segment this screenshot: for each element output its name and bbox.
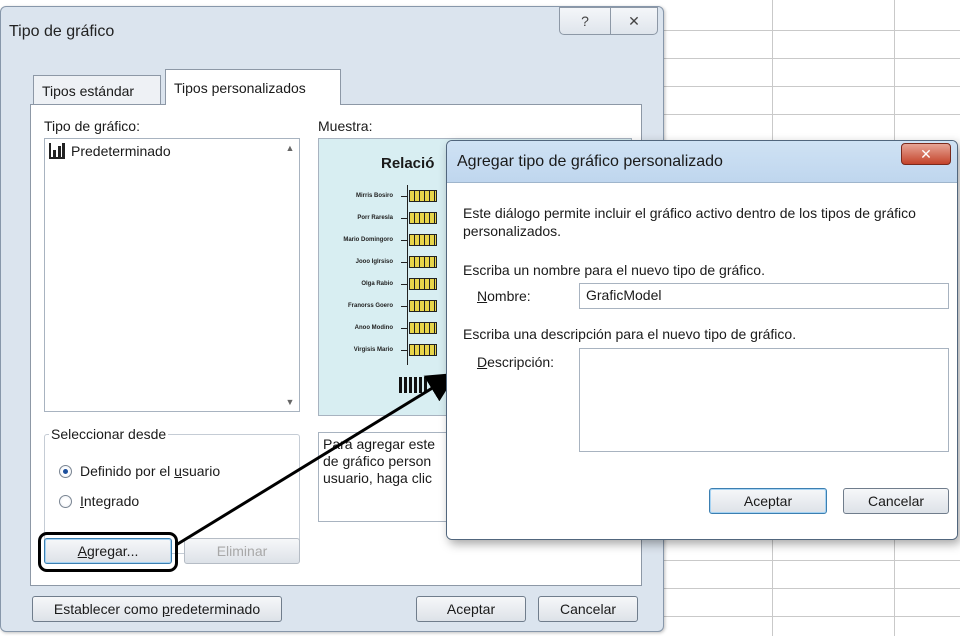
radio-label: Definido por el usuario xyxy=(80,463,221,479)
add-button-highlight xyxy=(38,532,178,572)
preview-row-label: Porr Raresla xyxy=(357,215,393,221)
ok-button[interactable]: Aceptar xyxy=(709,488,827,514)
help-button[interactable]: ? xyxy=(559,7,611,35)
preview-row-label: Virgisis Mario xyxy=(353,347,393,353)
preview-tick xyxy=(401,262,407,263)
cancel-button[interactable]: Cancelar xyxy=(843,488,949,514)
ok-button[interactable]: Aceptar xyxy=(416,596,526,622)
grid-row-line xyxy=(660,616,960,617)
ok-button-label: Aceptar xyxy=(446,601,496,617)
radio-unselected-icon xyxy=(59,494,72,508)
preview-bar xyxy=(409,322,437,334)
cancel-button[interactable]: Cancelar xyxy=(538,596,638,622)
list-item[interactable]: Predeterminado xyxy=(49,143,171,159)
tab-label: Tipos estándar xyxy=(42,82,135,99)
preview-tick xyxy=(401,328,407,329)
close-icon: ✕ xyxy=(628,12,640,29)
preview-tick xyxy=(401,350,407,351)
cancel-button-label: Cancelar xyxy=(559,601,617,617)
set-default-label: Establecer como predeterminado xyxy=(53,601,261,617)
preview-row-label: Olga Rabio xyxy=(361,281,393,287)
tab-standard-types[interactable]: Tipos estándar xyxy=(33,75,161,105)
preview-row-label: Jooo Iglrsiso xyxy=(355,259,393,265)
preview-tick xyxy=(401,306,407,307)
set-default-button[interactable]: Establecer como predeterminado xyxy=(32,596,282,622)
preview-row-label: Anoo Modino xyxy=(354,325,393,331)
close-button[interactable]: ✕ xyxy=(610,7,658,35)
grid-row-line xyxy=(660,86,960,87)
grid-row-line xyxy=(660,114,960,115)
intro-text: Este diálogo permite incluir el gráfico … xyxy=(463,205,916,239)
name-prompt: Escriba un nombre para el nuevo tipo de … xyxy=(463,262,765,278)
preview-bar xyxy=(409,278,437,290)
close-button[interactable]: ✕ xyxy=(901,143,951,165)
preview-axis xyxy=(407,185,408,365)
radio-user-defined[interactable]: Definido por el usuario xyxy=(59,463,220,479)
preview-title: Relació xyxy=(381,155,435,172)
description-label: Descripción: xyxy=(477,354,555,370)
dialog-caption: Agregar tipo de gráfico personalizado ✕ xyxy=(447,141,957,183)
list-item-label: Predeterminado xyxy=(71,143,171,159)
dialog-title: Tipo de gráfico xyxy=(9,23,115,40)
grid-row-line xyxy=(660,30,960,31)
add-custom-chart-type-dialog: Agregar tipo de gráfico personalizado ✕ … xyxy=(446,140,958,540)
preview-bar xyxy=(409,344,437,356)
description-prompt: Escriba una descripción para el nuevo ti… xyxy=(463,326,797,342)
preview-tick xyxy=(401,196,407,197)
scroll-down-icon[interactable]: ▼ xyxy=(283,397,297,407)
scroll-up-icon[interactable]: ▲ xyxy=(283,143,297,153)
radio-selected-icon xyxy=(59,464,72,478)
grid-row-line xyxy=(660,58,960,59)
preview-row-label: Franorss Goero xyxy=(347,303,393,309)
delete-button[interactable]: Eliminar xyxy=(184,538,300,564)
radio-built-in[interactable]: Integrado xyxy=(59,493,139,509)
delete-button-label: Eliminar xyxy=(216,543,268,559)
preview-axis-labels xyxy=(399,377,429,393)
name-input[interactable]: GraficModel xyxy=(579,283,949,309)
help-icon: ? xyxy=(581,13,589,29)
radio-label: Integrado xyxy=(80,493,140,509)
bar-chart-icon xyxy=(49,143,65,159)
sample-label: Muestra: xyxy=(318,118,373,134)
preview-bar xyxy=(409,190,437,202)
preview-tick xyxy=(401,284,407,285)
preview-row-label: Mirris Bosiro xyxy=(355,193,393,199)
preview-bar xyxy=(409,212,437,224)
preview-tick xyxy=(401,218,407,219)
preview-bar xyxy=(409,256,437,268)
name-label: Nombre: xyxy=(477,288,531,304)
chart-type-label: Tipo de gráfico: xyxy=(44,118,140,134)
preview-bar xyxy=(409,234,437,246)
preview-row-label: Mario Domingoro xyxy=(343,237,393,243)
ok-button-label: Aceptar xyxy=(743,493,793,509)
description-textarea[interactable] xyxy=(579,348,949,452)
grid-row-line xyxy=(660,588,960,589)
dialog-body: Este diálogo permite incluir el gráfico … xyxy=(447,184,957,539)
preview-tick xyxy=(401,240,407,241)
cancel-button-label: Cancelar xyxy=(867,493,925,509)
dialog-title: Agregar tipo de gráfico personalizado xyxy=(457,153,723,170)
tab-custom-types[interactable]: Tipos personalizados xyxy=(165,69,341,105)
select-from-legend: Seleccionar desde xyxy=(49,426,169,442)
preview-bar xyxy=(409,300,437,312)
tab-label: Tipos personalizados xyxy=(174,79,306,96)
close-icon: ✕ xyxy=(920,145,932,162)
chart-type-list[interactable]: Predeterminado ▲ ▼ xyxy=(44,138,300,412)
grid-row-line xyxy=(660,560,960,561)
list-scrollbar[interactable]: ▲ ▼ xyxy=(283,143,297,407)
